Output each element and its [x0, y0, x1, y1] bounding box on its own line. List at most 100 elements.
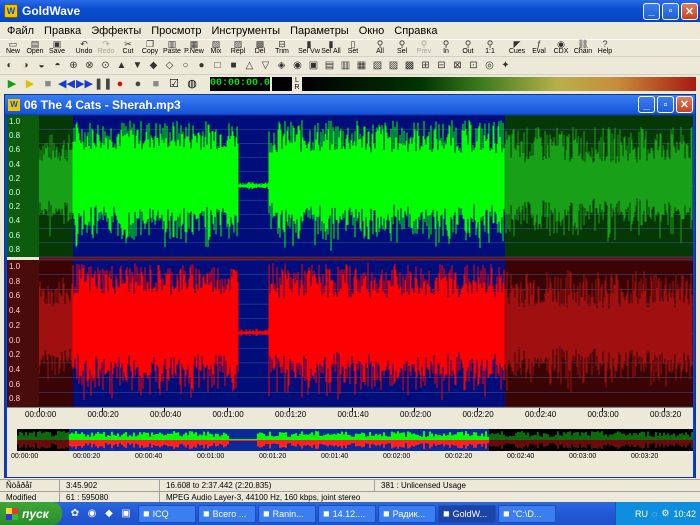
- all-button[interactable]: ⚲ All: [369, 40, 391, 57]
- effect-icon-11[interactable]: ◇: [162, 58, 177, 73]
- menu-item-0[interactable]: Файл: [2, 25, 39, 37]
- device-icon[interactable]: ◍: [184, 77, 200, 91]
- quicklaunch-icon-3[interactable]: ◆: [102, 507, 116, 521]
- taskbar-button[interactable]: ◼ "C:\D...: [498, 504, 556, 523]
- chain-button[interactable]: ⛓ Chain: [572, 40, 594, 57]
- maximize-button[interactable]: ▫: [662, 2, 679, 20]
- effect-icon-4[interactable]: ◓: [50, 58, 65, 73]
- effect-icon-6[interactable]: ⊗: [82, 58, 97, 73]
- taskbar-button[interactable]: ◼ ICQ: [138, 504, 196, 523]
- menu-item-6[interactable]: Окно: [354, 25, 390, 37]
- trim-button[interactable]: ⊟ Trim: [271, 40, 293, 57]
- effect-icon-15[interactable]: ■: [226, 58, 241, 73]
- set-button[interactable]: ▯ Set: [342, 40, 364, 57]
- record-selection-icon[interactable]: ●: [130, 77, 146, 91]
- doc-minimize-button[interactable]: _: [638, 96, 655, 113]
- menu-item-5[interactable]: Параметры: [285, 25, 354, 37]
- tray-icon[interactable]: ⚙: [661, 508, 669, 519]
- fast-forward-icon[interactable]: ▶▶: [76, 77, 93, 91]
- effect-icon-7[interactable]: ⊙: [98, 58, 113, 73]
- menu-item-7[interactable]: Справка: [389, 25, 442, 37]
- effect-icon-26[interactable]: ▩: [402, 58, 417, 73]
- effect-icon-9[interactable]: ▼: [130, 58, 145, 73]
- effect-icon-24[interactable]: ▧: [370, 58, 385, 73]
- save-button[interactable]: ▣ Save: [46, 40, 68, 57]
- eval-button[interactable]: ƒ Eval: [528, 40, 550, 57]
- effect-icon-29[interactable]: ⊠: [450, 58, 465, 73]
- quicklaunch-icon-4[interactable]: ▣: [119, 507, 133, 521]
- effect-icon-14[interactable]: □: [210, 58, 225, 73]
- effect-icon-20[interactable]: ▣: [306, 58, 321, 73]
- copy-button[interactable]: ❐ Copy: [139, 40, 161, 57]
- effect-icon-27[interactable]: ⊞: [418, 58, 433, 73]
- repl-button[interactable]: ▨ Repl: [227, 40, 249, 57]
- effect-icon-30[interactable]: ⊡: [466, 58, 481, 73]
- menu-item-1[interactable]: Правка: [39, 25, 86, 37]
- quicklaunch-icon-1[interactable]: ✿: [68, 507, 82, 521]
- waveform-display[interactable]: [39, 115, 693, 407]
- effect-icon-2[interactable]: ◑: [18, 58, 33, 73]
- effect-icon-32[interactable]: ✦: [498, 58, 513, 73]
- minimize-button[interactable]: _: [643, 2, 660, 20]
- tray-icon[interactable]: ◌: [652, 509, 657, 519]
- effect-icon-16[interactable]: △: [242, 58, 257, 73]
- start-button[interactable]: пуск: [0, 502, 62, 525]
- waveform-area[interactable]: 1.0 0.8 0.6 0.4 0.2 0.0 0.2 0.4 0.6 0.8 1.0 0.8 0.6…: [7, 115, 693, 477]
- new-button[interactable]: ▭ New: [2, 40, 24, 57]
- effect-icon-5[interactable]: ⊕: [66, 58, 81, 73]
- language-indicator[interactable]: RU: [635, 509, 648, 519]
- menu-item-4[interactable]: Инструменты: [206, 25, 285, 37]
- effect-icon-8[interactable]: ▲: [114, 58, 129, 73]
- stop-icon[interactable]: ■: [40, 77, 56, 91]
- effect-icon-21[interactable]: ▤: [322, 58, 337, 73]
- effect-icon-18[interactable]: ◈: [274, 58, 289, 73]
- open-button[interactable]: ▤ Open: [24, 40, 46, 57]
- taskbar-button[interactable]: ◼ Всего ...: [198, 504, 256, 523]
- effect-icon-3[interactable]: ◒: [34, 58, 49, 73]
- effect-icon-23[interactable]: ▦: [354, 58, 369, 73]
- effect-icon-28[interactable]: ⊟: [434, 58, 449, 73]
- out-button[interactable]: ⚲ Out: [457, 40, 479, 57]
- effect-icon-17[interactable]: ▽: [258, 58, 273, 73]
- taskbar-button[interactable]: ◼ GoldW...: [438, 504, 496, 523]
- effect-icon-22[interactable]: ▥: [338, 58, 353, 73]
- effect-icon-19[interactable]: ◉: [290, 58, 305, 73]
- overview-waveform[interactable]: [17, 429, 693, 451]
- undo-button[interactable]: ↶ Undo: [73, 40, 95, 57]
- taskbar-button[interactable]: ◼ Радик...: [378, 504, 436, 523]
- redo-button[interactable]: ↷ Redo: [95, 40, 117, 57]
- play-icon[interactable]: ▶: [4, 77, 20, 91]
- rewind-icon[interactable]: ◀◀: [58, 77, 75, 91]
- effect-icon-31[interactable]: ◎: [482, 58, 497, 73]
- prev-button[interactable]: ⚲ Prev: [413, 40, 435, 57]
- sel-vw-button[interactable]: ▮ Sel Vw: [298, 40, 320, 57]
- cdx-button[interactable]: ◉ CDX: [550, 40, 572, 57]
- doc-close-button[interactable]: ✕: [676, 96, 693, 113]
- cut-button[interactable]: ✂ Cut: [117, 40, 139, 57]
- effect-icon-25[interactable]: ▨: [386, 58, 401, 73]
- del-button[interactable]: ▩ Del: [249, 40, 271, 57]
- record-icon[interactable]: ●: [112, 77, 128, 91]
- 1-1-button[interactable]: ⚲ 1:1: [479, 40, 501, 57]
- in-button[interactable]: ⚲ In: [435, 40, 457, 57]
- taskbar-button[interactable]: ◼ Ranin...: [258, 504, 316, 523]
- cues-button[interactable]: ◤ Cues: [506, 40, 528, 57]
- paste-button[interactable]: ▥ Paste: [161, 40, 183, 57]
- mix-button[interactable]: ▧ Mix: [205, 40, 227, 57]
- effect-icon-1[interactable]: ◐: [2, 58, 17, 73]
- effect-icon-13[interactable]: ●: [194, 58, 209, 73]
- overview-panel[interactable]: 00:00:00 00:00:20 00:00:40 00:01:00 00:01:20…: [7, 425, 693, 465]
- taskbar-button[interactable]: ◼ 14.12....: [318, 504, 376, 523]
- pause-icon[interactable]: ❚❚: [94, 77, 112, 91]
- effect-icon-12[interactable]: ○: [178, 58, 193, 73]
- check-icon[interactable]: ☑: [166, 77, 182, 91]
- sel-button[interactable]: ⚲ Sel: [391, 40, 413, 57]
- close-button[interactable]: ✕: [681, 2, 698, 20]
- sel-all-button[interactable]: ▮ Sel All: [320, 40, 342, 57]
- p-new-button[interactable]: ▦ P.New: [183, 40, 205, 57]
- play-selection-icon[interactable]: ▶: [22, 77, 38, 91]
- quicklaunch-icon-2[interactable]: ◉: [85, 507, 99, 521]
- menu-item-2[interactable]: Эффекты: [86, 25, 146, 37]
- help-button[interactable]: ? Help: [594, 40, 616, 57]
- effect-icon-10[interactable]: ◆: [146, 58, 161, 73]
